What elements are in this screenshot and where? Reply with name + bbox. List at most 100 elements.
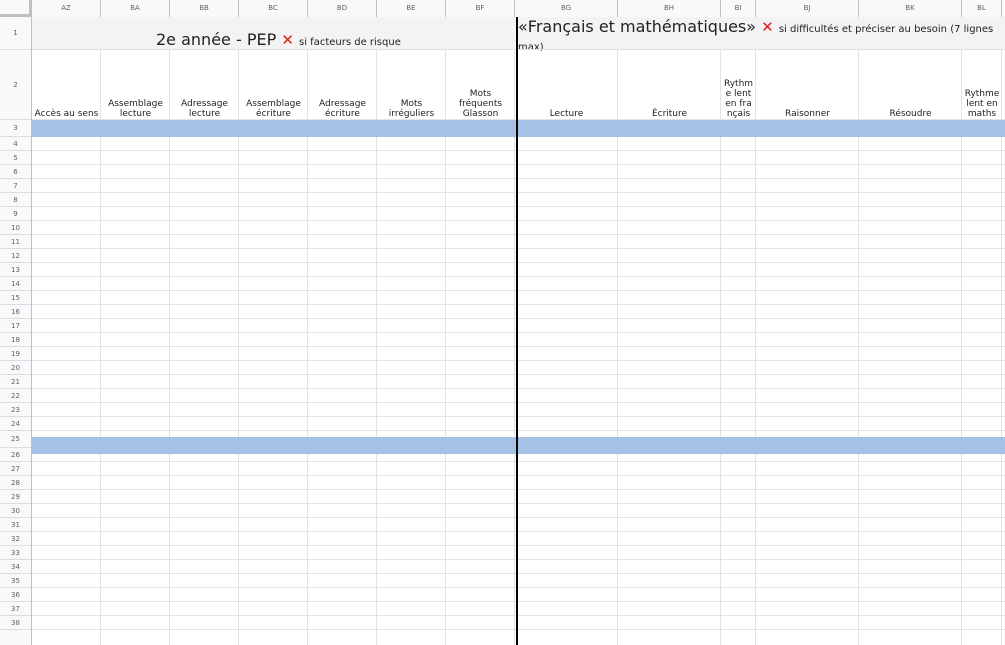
- row-header-30[interactable]: 30: [0, 504, 31, 518]
- grid-column-line: [755, 50, 756, 645]
- column-label-bd[interactable]: Adressage écriture: [308, 50, 377, 120]
- grid-column-line: [169, 50, 170, 645]
- row-header-12[interactable]: 12: [0, 249, 31, 263]
- column-header-bb[interactable]: BB: [170, 0, 239, 17]
- row-header-31[interactable]: 31: [0, 518, 31, 532]
- grid-row-line: [32, 489, 1005, 490]
- grid-row-line: [32, 248, 1005, 249]
- select-all-corner[interactable]: [0, 0, 32, 17]
- grid-row-line: [32, 475, 1005, 476]
- row-header-bar: 1 2 3 4 5 6 7 8 9 10 11 12 13 14 15 16 17 18 19 20 21 22 23 24 2…: [0, 17, 32, 645]
- row-header-2[interactable]: 2: [0, 50, 31, 120]
- row-header-14[interactable]: 14: [0, 277, 31, 291]
- grid-row-line: [32, 192, 1005, 193]
- row-header-36[interactable]: 36: [0, 588, 31, 602]
- grid-row-line: [32, 164, 1005, 165]
- cell-grid[interactable]: 2e année - PEP ✕ si facteurs de risque «…: [32, 17, 1005, 645]
- column-label-bj[interactable]: Raisonner: [756, 50, 859, 120]
- column-header-bd[interactable]: BD: [308, 0, 377, 17]
- row-header-38[interactable]: 38: [0, 616, 31, 630]
- column-header-bf[interactable]: BF: [446, 0, 515, 17]
- column-header-bi[interactable]: BI: [721, 0, 756, 17]
- row-header-25[interactable]: 25: [0, 431, 31, 448]
- column-label-bf[interactable]: Mots fréquents Glasson: [446, 50, 515, 120]
- row-header-35[interactable]: 35: [0, 574, 31, 588]
- column-label-bg[interactable]: Lecture: [515, 50, 618, 120]
- grid-column-line: [720, 50, 721, 645]
- row-header-28[interactable]: 28: [0, 476, 31, 490]
- row-header-24[interactable]: 24: [0, 417, 31, 431]
- row-header-5[interactable]: 5: [0, 151, 31, 165]
- row-header-10[interactable]: 10: [0, 221, 31, 235]
- column-header-ba[interactable]: BA: [101, 0, 170, 17]
- row-header-7[interactable]: 7: [0, 179, 31, 193]
- grid-row-line: [32, 629, 1005, 630]
- highlight-row-25[interactable]: [32, 437, 1005, 454]
- row-header-11[interactable]: 11: [0, 235, 31, 249]
- row-header-22[interactable]: 22: [0, 389, 31, 403]
- row-header-37[interactable]: 37: [0, 602, 31, 616]
- column-header-bc[interactable]: BC: [239, 0, 308, 17]
- row-header-1[interactable]: 1: [0, 17, 31, 50]
- row-header-20[interactable]: 20: [0, 361, 31, 375]
- grid-column-line: [514, 50, 515, 645]
- column-label-bl[interactable]: Rythme lent en maths: [962, 50, 1002, 120]
- row-header-4[interactable]: 4: [0, 137, 31, 151]
- row-header-9[interactable]: 9: [0, 207, 31, 221]
- grid-row-line: [32, 461, 1005, 462]
- grid-row-line: [32, 430, 1005, 431]
- column-label-text: Lecture: [549, 109, 584, 119]
- row-header-26[interactable]: 26: [0, 448, 31, 462]
- grid-row-line: [32, 545, 1005, 546]
- grid-row-line: [32, 615, 1005, 616]
- column-label-bi[interactable]: Rythme lent en français: [721, 50, 756, 120]
- row-header-23[interactable]: 23: [0, 403, 31, 417]
- row-header-15[interactable]: 15: [0, 291, 31, 305]
- row-header-18[interactable]: 18: [0, 333, 31, 347]
- column-header-bl[interactable]: BL: [962, 0, 1002, 17]
- row-header-29[interactable]: 29: [0, 490, 31, 504]
- column-label-bk[interactable]: Résoudre: [859, 50, 962, 120]
- section-right-title: «Français et mathématiques»: [518, 17, 757, 36]
- row-header-33[interactable]: 33: [0, 546, 31, 560]
- column-label-text: Rythme lent en français: [723, 79, 754, 119]
- row-header-13[interactable]: 13: [0, 263, 31, 277]
- grid-row-line: [32, 388, 1005, 389]
- column-header-bj[interactable]: BJ: [756, 0, 859, 17]
- row-header-32[interactable]: 32: [0, 532, 31, 546]
- column-header-bh[interactable]: BH: [618, 0, 721, 17]
- column-label-be[interactable]: Mots irréguliers: [377, 50, 446, 120]
- column-label-bc[interactable]: Assemblage écriture: [239, 50, 308, 120]
- column-header-az[interactable]: AZ: [32, 0, 101, 17]
- column-label-text: Adressage écriture: [319, 99, 366, 119]
- row-header-27[interactable]: 27: [0, 462, 31, 476]
- row-header-16[interactable]: 16: [0, 305, 31, 319]
- grid-column-line: [307, 50, 308, 645]
- row-header-17[interactable]: 17: [0, 319, 31, 333]
- column-header-bk[interactable]: BK: [859, 0, 962, 17]
- grid-row-line: [32, 531, 1005, 532]
- row-header-6[interactable]: 6: [0, 165, 31, 179]
- cross-mark-icon: ✕: [761, 18, 774, 36]
- column-label-ba[interactable]: Assemblage lecture: [101, 50, 170, 120]
- grid-column-line: [376, 50, 377, 645]
- column-label-az[interactable]: Accès au sens: [32, 50, 101, 120]
- grid-column-line: [238, 50, 239, 645]
- column-label-text: Rythme lent en maths: [964, 89, 1000, 119]
- column-label-bb[interactable]: Adressage lecture: [170, 50, 239, 120]
- grid-row-line: [32, 374, 1005, 375]
- row-header-19[interactable]: 19: [0, 347, 31, 361]
- column-header-be[interactable]: BE: [377, 0, 446, 17]
- column-label-bh[interactable]: Écriture: [618, 50, 721, 120]
- column-header-bg[interactable]: BG: [515, 0, 618, 17]
- row-header-8[interactable]: 8: [0, 193, 31, 207]
- grid-row-line: [32, 276, 1005, 277]
- column-label-text: Adressage lecture: [181, 99, 228, 119]
- spreadsheet[interactable]: AZ BA BB BC BD BE BF BG BH BI BJ BK BL 1 2 3 4 5 6 7 8 9 10 11…: [0, 0, 1005, 645]
- highlight-row-3[interactable]: [32, 120, 1005, 137]
- cross-mark-icon: ✕: [281, 31, 294, 49]
- row-header-34[interactable]: 34: [0, 560, 31, 574]
- row-header-3[interactable]: 3: [0, 120, 31, 137]
- grid-row-line: [32, 360, 1005, 361]
- row-header-21[interactable]: 21: [0, 375, 31, 389]
